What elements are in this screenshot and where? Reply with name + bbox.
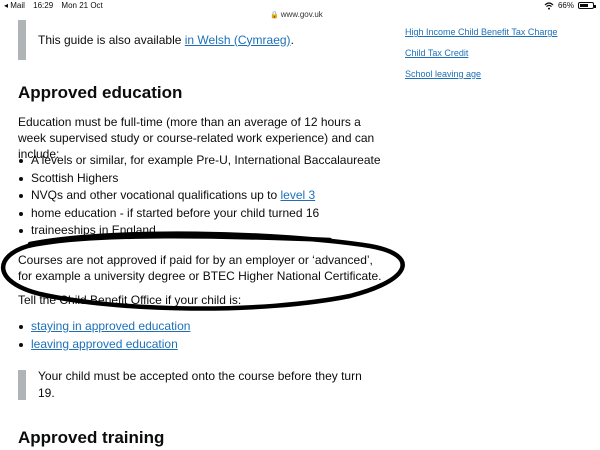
welsh-inset: This guide is also available in Welsh (C… xyxy=(18,20,378,60)
status-left: ◂ Mail 16:29 Mon 21 Oct xyxy=(4,1,109,10)
leaving-education-link[interactable]: leaving approved education xyxy=(31,337,178,351)
date: Mon 21 Oct xyxy=(61,1,103,10)
status-bar: ◂ Mail 16:29 Mon 21 Oct 🔒 www.gov.uk 66% xyxy=(0,0,600,19)
education-list: A levels or similar, for example Pre-U, … xyxy=(18,152,381,240)
wifi-icon xyxy=(544,1,554,10)
related-links: High Income Child Benefit Tax Charge Chi… xyxy=(405,26,557,89)
battery-percent: 66% xyxy=(557,1,574,10)
list-item: leaving approved education xyxy=(18,336,190,353)
tell-office-list: staying in approved education leaving ap… xyxy=(18,318,190,353)
welsh-link[interactable]: in Welsh (Cymraeg) xyxy=(185,33,291,47)
battery-icon xyxy=(578,2,596,9)
list-item: NVQs and other vocational qualifications… xyxy=(18,187,381,204)
lock-icon: 🔒 xyxy=(270,12,279,19)
related-link-school-leaving-age[interactable]: School leaving age xyxy=(405,69,481,79)
list-item: staying in approved education xyxy=(18,318,190,335)
not-approved-text: Courses are not approved if paid for by … xyxy=(18,253,382,283)
age-inset-text: Your child must be accepted onto the cou… xyxy=(38,369,362,400)
heading-approved-training: Approved training xyxy=(18,428,165,447)
inset-text: This guide is also available xyxy=(38,32,185,47)
back-to-mail-link[interactable]: ◂ Mail xyxy=(4,1,25,10)
related-link-hicbc[interactable]: High Income Child Benefit Tax Charge xyxy=(405,27,557,37)
age-inset: Your child must be accepted onto the cou… xyxy=(18,369,378,400)
welsh-inset-text: This guide is also available in Welsh (C… xyxy=(38,32,294,49)
list-item: A levels or similar, for example Pre-U, … xyxy=(18,152,381,169)
clock: 16:29 xyxy=(33,1,54,10)
staying-in-education-link[interactable]: staying in approved education xyxy=(31,319,190,333)
inset-trail: . xyxy=(290,32,294,47)
list-item: Scottish Highers xyxy=(18,170,381,187)
status-right: 66% xyxy=(544,1,596,10)
tell-office-text: Tell the Child Benefit Office if your ch… xyxy=(18,293,242,307)
battery-fill xyxy=(580,4,588,7)
heading-approved-education: Approved education xyxy=(18,83,183,102)
list-item-text: NVQs and other vocational qualifications… xyxy=(31,188,281,202)
level-3-link[interactable]: level 3 xyxy=(280,188,315,202)
related-link-child-tax-credit[interactable]: Child Tax Credit xyxy=(405,48,468,58)
address-bar[interactable]: 🔒 www.gov.uk xyxy=(270,10,323,19)
list-item: traineeships in England xyxy=(18,222,381,239)
list-item: home education - if started before your … xyxy=(18,205,381,222)
url-text: www.gov.uk xyxy=(280,10,323,19)
